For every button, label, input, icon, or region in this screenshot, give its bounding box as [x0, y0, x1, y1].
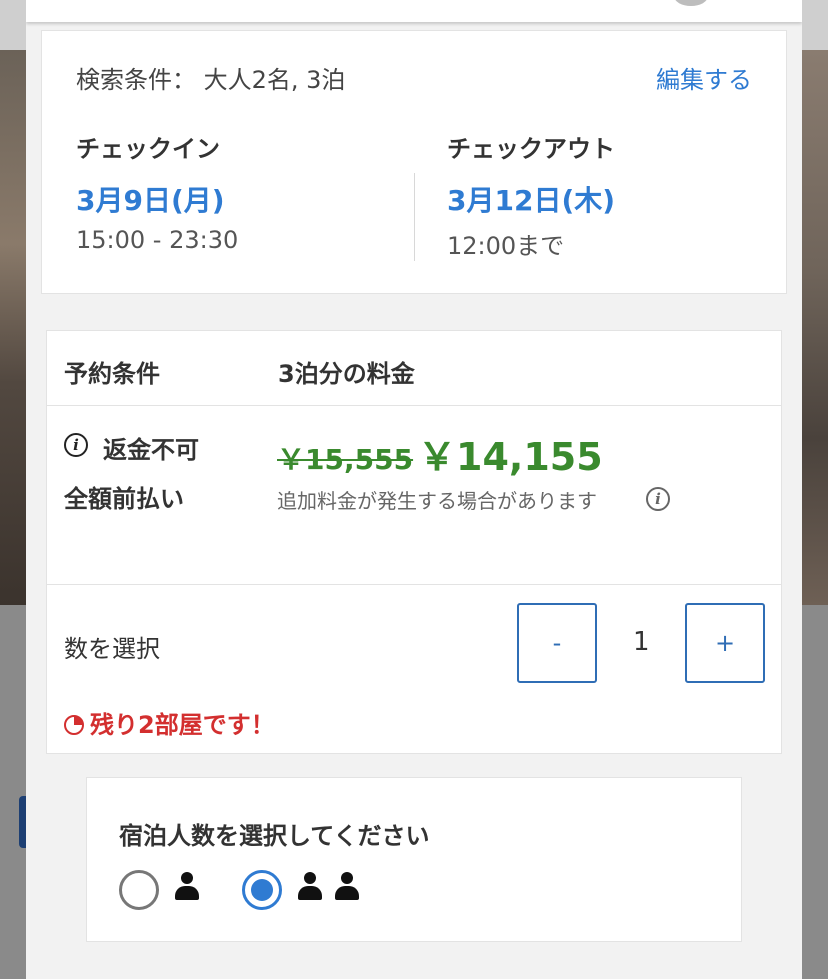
room-quantity-row: 数を選択 - 1 + 残り2部屋です！	[47, 585, 781, 752]
person-icon	[175, 872, 199, 900]
extra-fee-note: 追加料金が発生する場合があります	[277, 489, 597, 513]
checkout-label: チェックアウト	[447, 135, 615, 163]
rooms-remaining-text: 残り2部屋です！	[90, 711, 275, 739]
refund-policy: 返金不可	[103, 436, 199, 464]
close-icon[interactable]	[674, 0, 708, 6]
person-icon	[335, 872, 359, 900]
discounted-price: ￥14,155	[418, 435, 603, 479]
guest-count-title: 宿泊人数を選択してください	[119, 822, 430, 850]
booking-modal: 検索条件： 大人2名, 3泊 編集する チェックイン 3月9日(月) 15:00…	[26, 0, 802, 979]
guest-count-card: 宿泊人数を選択してください	[86, 777, 742, 942]
checkout-date: 3月12日(木)	[447, 184, 616, 217]
search-value: 大人2名, 3泊	[203, 66, 346, 94]
rooms-remaining-alert: 残り2部屋です！	[64, 705, 275, 740]
rate-body: i 返金不可 全額前払い ￥15,555 ￥14,155 追加料金が発生する場合…	[47, 406, 781, 585]
quantity-label: 数を選択	[64, 635, 160, 663]
increment-button[interactable]: +	[685, 603, 765, 683]
search-label: 検索条件：	[76, 66, 196, 94]
person-icon	[298, 872, 322, 900]
divider	[414, 173, 415, 261]
stay-summary-card: 検索条件： 大人2名, 3泊 編集する チェックイン 3月9日(月) 15:00…	[41, 30, 787, 294]
checkout-time: 12:00まで	[447, 232, 565, 260]
conditions-header: 予約条件	[64, 360, 160, 388]
checkin-date: 3月9日(月)	[76, 184, 225, 217]
quantity-value: 1	[633, 627, 650, 657]
modal-top-bar	[26, 0, 802, 22]
background-photo-left	[0, 50, 26, 605]
checkin-time: 15:00 - 23:30	[76, 226, 239, 254]
original-price: ￥15,555	[277, 443, 414, 476]
rate-card: 予約条件 3泊分の料金 i 返金不可 全額前払い ￥15,555 ￥14,155…	[46, 330, 782, 754]
search-conditions: 検索条件： 大人2名, 3泊	[76, 60, 345, 95]
info-icon[interactable]: i	[64, 433, 88, 457]
edit-search-link[interactable]: 編集する	[656, 60, 752, 95]
guest-option-2-radio[interactable]	[242, 870, 282, 910]
background-photo-right	[802, 50, 828, 605]
checkin-label: チェックイン	[76, 135, 220, 163]
rate-header: 予約条件 3泊分の料金	[47, 331, 781, 406]
price-header: 3泊分の料金	[278, 360, 415, 388]
clock-icon	[64, 715, 84, 735]
guest-option-1-radio[interactable]	[119, 870, 159, 910]
fee-info-icon[interactable]: i	[646, 487, 670, 511]
payment-policy: 全額前払い	[64, 485, 184, 513]
decrement-button[interactable]: -	[517, 603, 597, 683]
